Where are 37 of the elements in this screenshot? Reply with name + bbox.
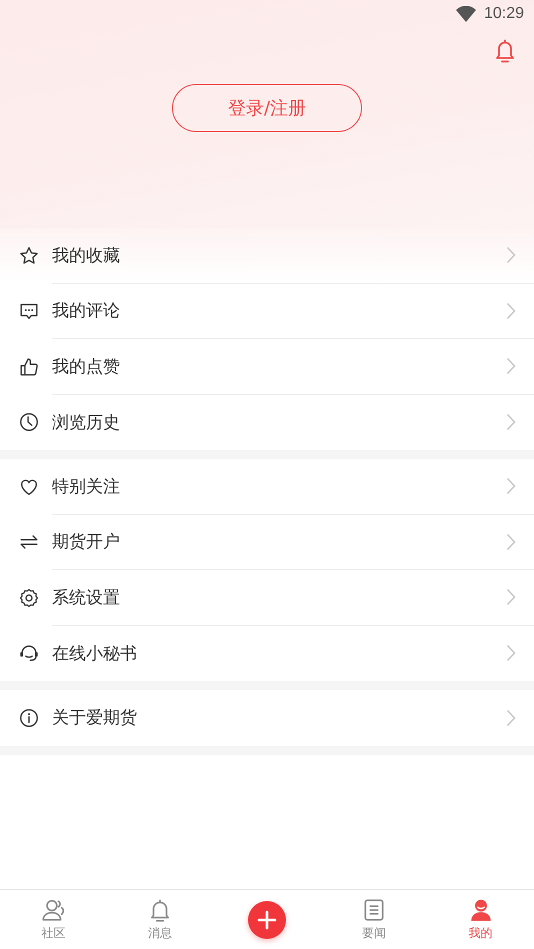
chevron-right-icon [506, 708, 516, 727]
menu-label: 我的评论 [52, 300, 120, 322]
chevron-right-icon [506, 644, 516, 662]
menu-item[interactable]: 期货开户 [0, 514, 534, 570]
menu-label: 在线小秘书 [52, 642, 137, 665]
menu-label: 系统设置 [52, 586, 120, 609]
menu-label: 期货开户 [52, 531, 120, 554]
menu-item[interactable]: 我的收藏 [0, 228, 534, 284]
menu-label: 关于爱期货 [52, 707, 137, 730]
info-icon [18, 706, 40, 729]
status-time: 10:29 [484, 5, 524, 23]
menu-item[interactable]: 我的点赞 [0, 339, 534, 394]
menu-item[interactable]: 系统设置 [0, 570, 534, 626]
add-button[interactable] [248, 900, 286, 938]
people-icon [40, 897, 66, 923]
settings-icon [18, 586, 40, 609]
chevron-right-icon [506, 532, 516, 551]
menu-label: 我的点赞 [52, 356, 120, 378]
chevron-right-icon [506, 357, 516, 376]
menu-label: 特别关注 [52, 476, 120, 498]
menu-item[interactable]: 在线小秘书 [0, 626, 534, 681]
chevron-right-icon [506, 588, 516, 606]
clock-icon [18, 411, 40, 434]
menu-label: 浏览历史 [52, 412, 120, 434]
chevron-right-icon [506, 413, 516, 432]
thumbs-up-icon [18, 356, 40, 378]
chevron-right-icon [506, 246, 516, 264]
menu-label: 我的收藏 [52, 244, 120, 267]
bell-icon[interactable] [495, 38, 515, 63]
menu-item[interactable]: 浏览历史 [0, 394, 534, 450]
menu-item[interactable]: 我的评论 [0, 284, 534, 339]
chevron-right-icon [506, 302, 516, 320]
nav-tab[interactable]: 我的 [427, 890, 534, 949]
menu-item[interactable]: 特别关注 [0, 459, 534, 514]
menu-item[interactable]: 关于爱期货 [0, 690, 534, 746]
chevron-right-icon [506, 477, 516, 496]
wifi-icon [456, 6, 476, 22]
